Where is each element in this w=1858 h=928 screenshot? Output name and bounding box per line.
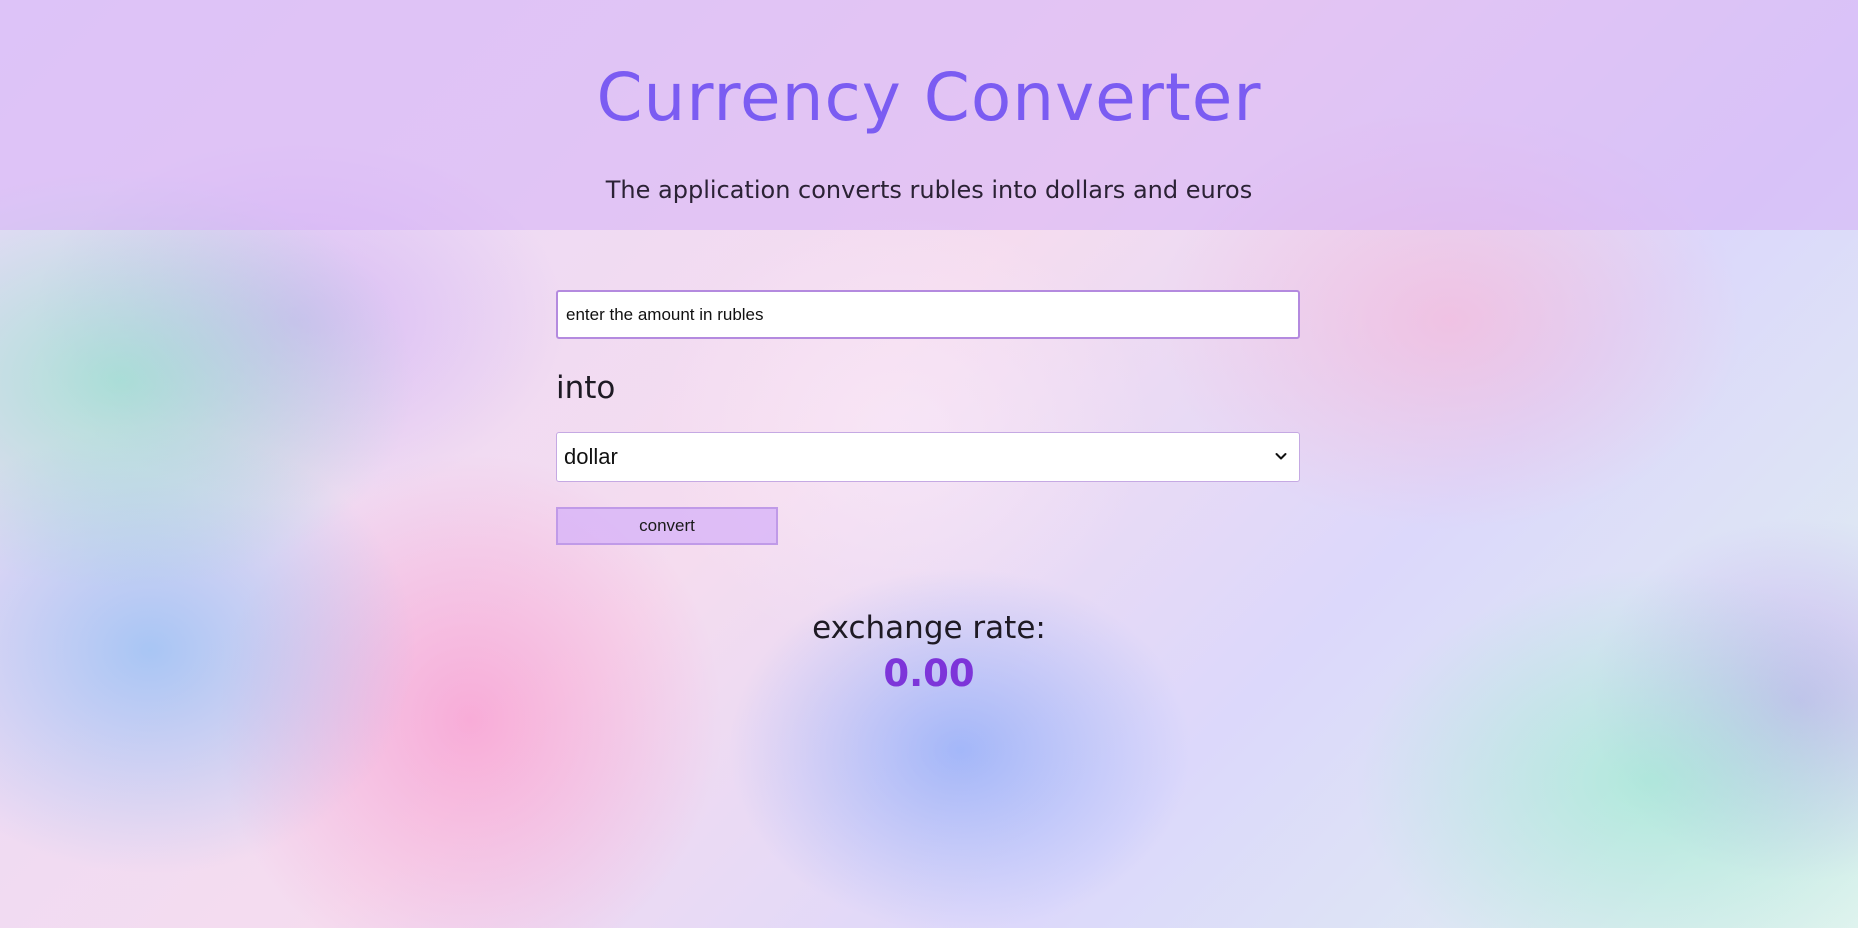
chevron-down-icon (1275, 453, 1287, 460)
currency-select-value: dollar (564, 444, 618, 469)
header-band: Currency Converter The application conve… (0, 0, 1858, 230)
convert-button[interactable]: convert (556, 507, 778, 545)
page-title: Currency Converter (596, 59, 1262, 136)
exchange-rate-label: exchange rate: (812, 610, 1046, 646)
exchange-rate-value: 0.00 (883, 652, 975, 695)
amount-input[interactable] (556, 290, 1300, 339)
into-label: into (556, 370, 616, 406)
currency-select[interactable]: dollar (556, 432, 1300, 482)
page-subtitle: The application converts rubles into dol… (605, 176, 1253, 204)
